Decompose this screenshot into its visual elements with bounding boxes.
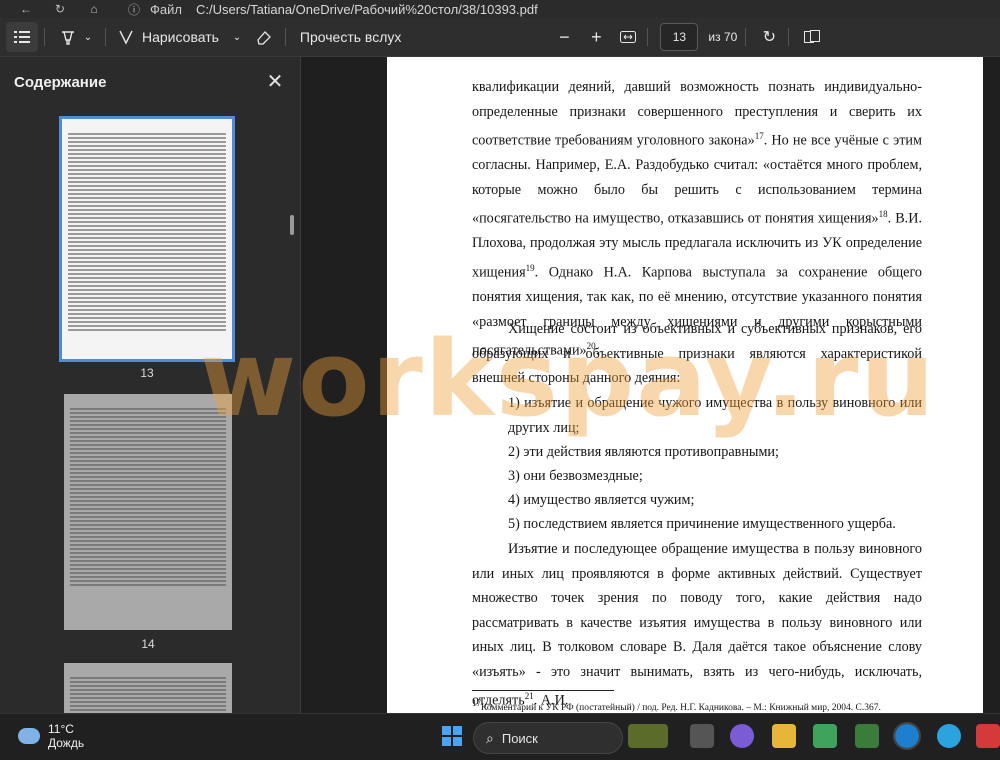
paragraph-2: Хищение состоит из объективных и субъект… <box>472 321 922 386</box>
sidebar-scrollbar[interactable] <box>290 215 294 235</box>
back-icon[interactable]: ← <box>18 2 34 16</box>
page-thumbnail-14[interactable] <box>64 394 232 630</box>
taskbar: 11°C Дождь ⌕ Поиск <box>0 713 1000 760</box>
fit-page-button[interactable] <box>615 22 641 52</box>
list-item: 4) имущество является чужим; <box>508 492 695 508</box>
page-number-input[interactable]: 13 <box>660 23 699 51</box>
weather-condition: Дождь <box>48 736 85 750</box>
highlight-dropdown[interactable]: ⌄ <box>81 22 95 52</box>
rotate-icon: ↻ <box>762 29 776 46</box>
page-thumbnail-label: 13 <box>140 366 154 380</box>
page-thumbnail-15[interactable] <box>64 663 232 713</box>
highlight-button[interactable] <box>55 22 81 52</box>
list-item: 1) изъятие и обращение чужого имущества … <box>508 395 922 436</box>
paragraph-3: Изъятие и последующее обращение имуществ… <box>472 541 922 709</box>
telegram-icon[interactable] <box>937 724 961 748</box>
footnote: 17Комментарий к УК РФ (постатейный) / по… <box>472 698 881 713</box>
chevron-down-icon: ⌄ <box>232 31 242 43</box>
address-bar: ← ↻ ⌂ ⓘ Файл C:/Users/Tatiana/OneDrive/Р… <box>0 0 1000 18</box>
file-explorer-icon[interactable] <box>772 724 796 748</box>
url-text[interactable]: C:/Users/Tatiana/OneDrive/Рабочий%20стол… <box>196 2 538 17</box>
page-view-button[interactable] <box>799 22 825 52</box>
app-icon[interactable] <box>976 724 1000 748</box>
draw-button[interactable]: Нарисовать <box>118 22 219 52</box>
pen-icon <box>119 30 133 45</box>
minus-icon: − <box>559 26 570 47</box>
task-view-icon[interactable] <box>690 724 714 748</box>
file-label: Файл <box>150 1 182 17</box>
list-item: 2) эти действия являются противоправными… <box>508 444 779 460</box>
list-icon <box>14 31 30 43</box>
fit-width-icon <box>620 31 637 43</box>
pdf-page: квалификации деяний, давший возможность … <box>387 57 983 713</box>
search-placeholder: Поиск <box>501 730 538 746</box>
two-page-icon <box>804 30 821 43</box>
close-icon: ✕ <box>266 71 284 93</box>
chevron-down-icon: ⌄ <box>83 31 93 43</box>
home-icon[interactable]: ⌂ <box>86 2 102 16</box>
edge-icon[interactable] <box>893 722 921 750</box>
document-viewer[interactable]: квалификации деяний, давший возможность … <box>301 57 1000 713</box>
contents-sidebar: Содержание ✕ 13 14 <box>0 57 301 713</box>
rain-cloud-icon <box>18 728 40 744</box>
page-thumbnail-13[interactable] <box>59 116 235 362</box>
read-aloud-button[interactable]: Прочесть вслух <box>300 22 401 52</box>
rotate-button[interactable]: ↻ <box>756 22 782 52</box>
taskbar-search[interactable]: ⌕ Поиск <box>473 722 623 754</box>
draw-label: Нарисовать <box>142 29 219 45</box>
refresh-icon[interactable]: ↻ <box>52 2 68 16</box>
plus-icon: + <box>591 26 602 47</box>
file-info-icon[interactable]: ⓘ <box>126 1 142 18</box>
page-number-value: 13 <box>672 30 687 44</box>
office-icon[interactable] <box>813 724 837 748</box>
erase-button[interactable] <box>251 22 277 52</box>
pdf-toolbar: ⌄ Нарисовать ⌄ Прочесть вслух − + 13 из … <box>0 18 1000 57</box>
highlighter-icon <box>62 31 74 45</box>
weather-widget[interactable]: 11°C Дождь <box>18 722 84 750</box>
weather-temp: 11°C <box>48 722 74 736</box>
zoom-out-button[interactable]: − <box>551 22 577 52</box>
search-icon: ⌕ <box>486 729 494 746</box>
draw-dropdown[interactable]: ⌄ <box>229 22 245 52</box>
eraser-icon <box>257 31 271 45</box>
list-item: 3) они безвозмездные; <box>508 468 643 484</box>
contents-toggle-button[interactable] <box>6 22 38 52</box>
close-sidebar-button[interactable]: ✕ <box>264 69 286 94</box>
teams-icon[interactable] <box>855 724 879 748</box>
page-total: из 70 <box>708 30 738 44</box>
read-aloud-label: Прочесть вслух <box>299 29 402 45</box>
list-item: 5) последствием является причинение имущ… <box>508 516 896 532</box>
game-thumbnail-icon[interactable] <box>628 724 668 748</box>
footnote-divider <box>472 690 614 691</box>
zoom-in-button[interactable]: + <box>583 22 609 52</box>
sidebar-title: Содержание <box>14 74 107 91</box>
page-thumbnail-label: 14 <box>141 637 155 651</box>
windows-start-icon[interactable] <box>440 724 464 748</box>
chat-icon[interactable] <box>730 724 754 748</box>
